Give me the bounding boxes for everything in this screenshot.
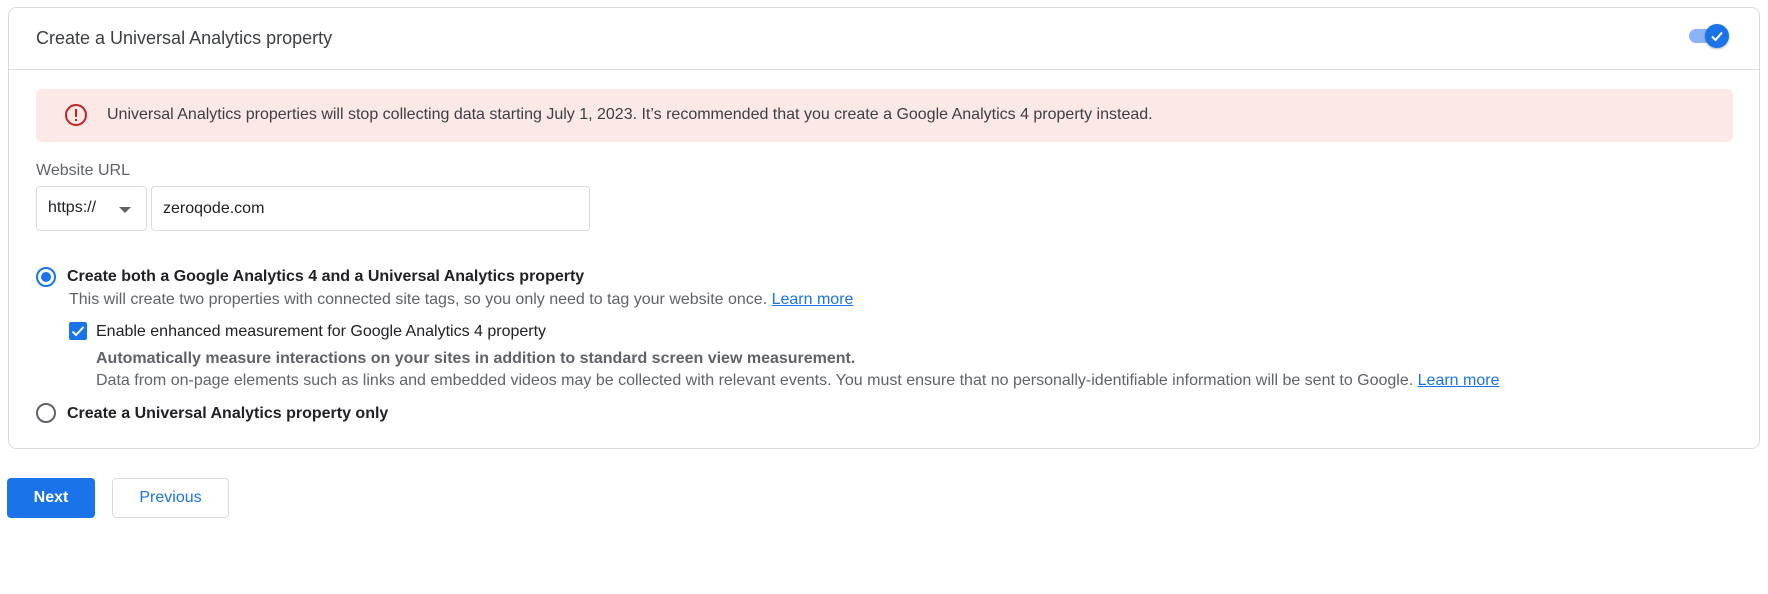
alert-text: Universal Analytics properties will stop… <box>107 106 1153 123</box>
previous-button[interactable]: Previous <box>112 478 229 518</box>
create-both-description: This will create two properties with con… <box>69 291 853 309</box>
enhanced-measurement-checkbox[interactable] <box>69 322 87 340</box>
check-icon <box>71 326 85 337</box>
website-url-input[interactable] <box>151 186 590 231</box>
next-button[interactable]: Next <box>7 478 95 518</box>
radio-ua-only[interactable] <box>36 403 56 423</box>
learn-more-link-both[interactable]: Learn more <box>772 291 854 308</box>
radio-create-both-label[interactable]: Create both a Google Analytics 4 and a U… <box>67 268 584 286</box>
check-icon <box>1711 31 1723 42</box>
error-icon <box>64 103 88 132</box>
enhanced-measurement-description: Data from on-page elements such as links… <box>96 372 1499 390</box>
enhanced-measurement-heading: Automatically measure interactions on yo… <box>96 350 856 367</box>
enhanced-measurement-label[interactable]: Enable enhanced measurement for Google A… <box>96 323 546 341</box>
toggle-knob <box>1705 24 1729 48</box>
deprecation-alert: Universal Analytics properties will stop… <box>36 89 1733 142</box>
card-title: Create a Universal Analytics property <box>36 28 333 48</box>
enhanced-measurement-description-text: Data from on-page elements such as links… <box>96 372 1414 389</box>
radio-ua-only-label[interactable]: Create a Universal Analytics property on… <box>67 405 388 423</box>
protocol-value: https:// <box>48 199 97 216</box>
website-url-label: Website URL <box>36 162 130 179</box>
protocol-dropdown[interactable]: https:// <box>36 186 147 231</box>
ua-property-toggle[interactable] <box>1689 24 1729 48</box>
ua-property-card: Create a Universal Analytics property Un… <box>8 7 1760 449</box>
chevron-down-icon <box>119 207 131 213</box>
create-both-description-text: This will create two properties with con… <box>69 291 768 308</box>
learn-more-link-enhanced[interactable]: Learn more <box>1418 372 1500 389</box>
radio-create-both[interactable] <box>36 267 56 287</box>
card-header: Create a Universal Analytics property <box>9 8 1759 70</box>
